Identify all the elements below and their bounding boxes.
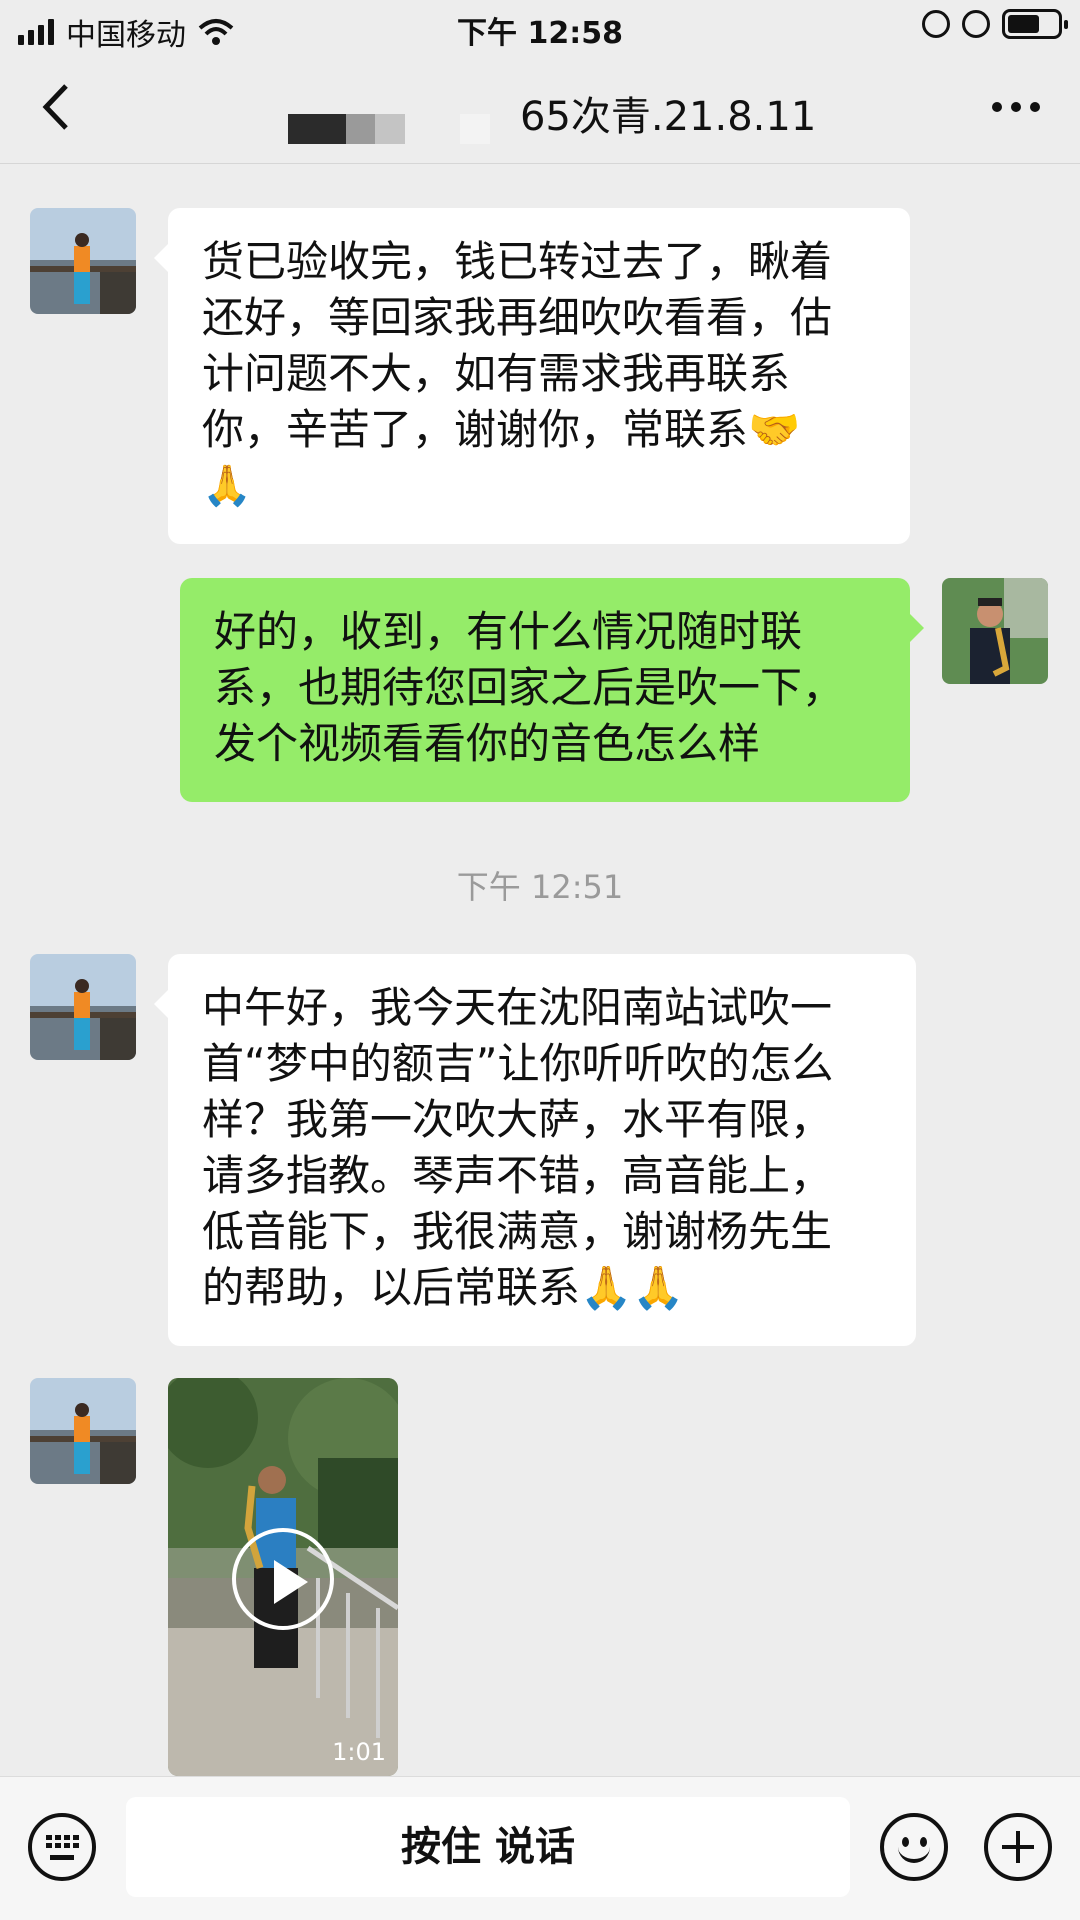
nav-bar: 65次青.21.8.11 (0, 52, 1080, 164)
message-line: 🙏 (202, 463, 252, 509)
smiley-icon[interactable] (880, 1813, 948, 1881)
message-line: 首“梦中的额吉”让你听听吹的怎么 (202, 1039, 834, 1088)
hold-to-talk-button[interactable]: 按住 说话 (126, 1797, 850, 1897)
orientation-lock-icon (922, 10, 950, 38)
keyboard-icon[interactable] (28, 1813, 96, 1881)
message-line: 你，辛苦了，谢谢你，常联系🤝 (202, 405, 801, 454)
contact-avatar[interactable] (30, 954, 136, 1060)
message-line: 货已验收完，钱已转过去了，瞅着 (202, 237, 833, 286)
battery-icon (1002, 9, 1068, 39)
redacted-name-block (375, 114, 405, 144)
contact-avatar[interactable] (30, 1378, 136, 1484)
play-icon[interactable] (232, 1528, 334, 1630)
contact-avatar[interactable] (30, 208, 136, 314)
chat-title: 65次青.21.8.11 (520, 94, 817, 140)
message-line: 好的，收到，有什么情况随时联 (214, 607, 803, 656)
message-line: 低音能下，我很满意，谢谢杨先生 (202, 1207, 833, 1256)
status-time: 下午 12:58 (457, 16, 623, 51)
more-options-icon[interactable] (992, 102, 1040, 112)
video-message[interactable]: 1:01 (168, 1378, 398, 1776)
message-bubble-incoming[interactable]: 货已验收完，钱已转过去了，瞅着 还好，等回家我再细吹吹看看，估 计问题不大，如有… (154, 208, 910, 544)
message-bubble-incoming[interactable]: 中午好，我今天在沈阳南站试吹一 首“梦中的额吉”让你听听吹的怎么 样？我第一次吹… (154, 954, 916, 1346)
plus-icon[interactable] (984, 1813, 1052, 1881)
back-icon[interactable] (36, 82, 76, 132)
status-bar: 中国移动 下午 12:58 (0, 0, 1080, 53)
message-bubble-outgoing[interactable]: 好的，收到，有什么情况随时联 系，也期待您回家之后是吹一下， 发个视频看看你的音… (180, 578, 924, 802)
message-line: 还好，等回家我再细吹吹看看，估 (202, 293, 833, 342)
message-line: 样？我第一次吹大萨，水平有限， (202, 1095, 833, 1144)
message-line: 系，也期待您回家之后是吹一下， (214, 663, 845, 712)
message-line: 的帮助，以后常联系🙏🙏 (202, 1263, 685, 1312)
chat-timestamp: 下午 12:51 (456, 868, 624, 906)
input-bar: 按住 说话 (0, 1776, 1080, 1920)
redacted-name-block (288, 114, 346, 144)
message-line: 计问题不大，如有需求我再联系 (202, 349, 791, 398)
message-line: 请多指教。琴声不错，高音能上， (202, 1151, 833, 1200)
message-line: 中午好，我今天在沈阳南站试吹一 (202, 983, 833, 1032)
message-line: 发个视频看看你的音色怎么样 (214, 719, 761, 768)
video-duration: 1:01 (332, 1738, 386, 1766)
redacted-name-block (460, 114, 490, 144)
my-avatar[interactable] (942, 578, 1048, 684)
status-right (922, 9, 1068, 39)
alarm-icon (962, 10, 990, 38)
